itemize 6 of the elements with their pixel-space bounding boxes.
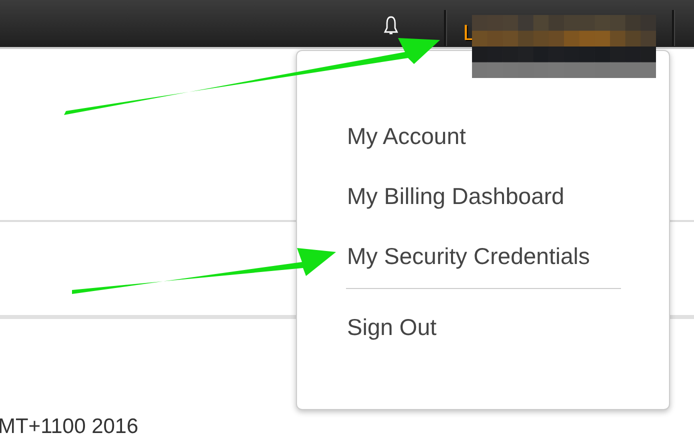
timestamp: MT+1100 2016 <box>0 415 138 436</box>
menu-item[interactable]: Sign Out <box>347 309 436 369</box>
bell-icon[interactable] <box>383 16 399 36</box>
menu-item[interactable]: My Security Credentials <box>347 238 590 298</box>
menu-item[interactable]: My Account <box>347 118 466 178</box>
menu-item[interactable]: My Billing Dashboard <box>347 178 564 238</box>
